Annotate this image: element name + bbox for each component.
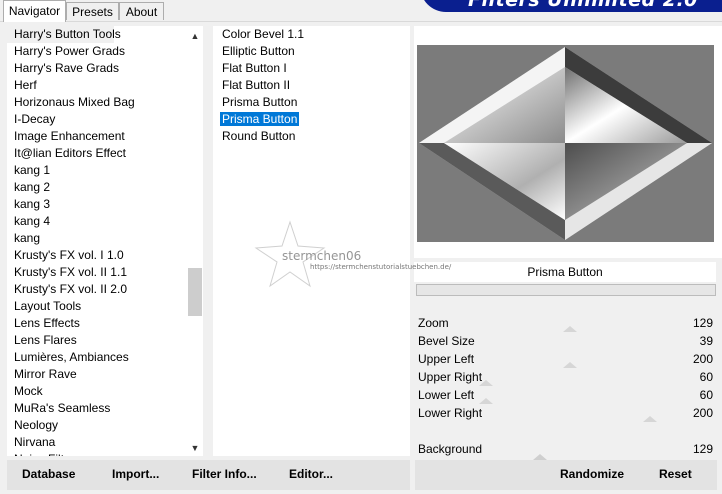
filter-item-label: Color Bevel 1.1 <box>222 27 305 41</box>
category-item[interactable]: Mock <box>7 383 187 400</box>
param-value: 200 <box>692 352 713 366</box>
import-button[interactable]: Import... <box>112 467 159 481</box>
category-item[interactable]: Horizonaus Mixed Bag <box>7 94 187 111</box>
star-icon: stermchen06 https://stermchenstutorialst… <box>254 220 452 288</box>
param-row[interactable]: Upper Left 200 <box>415 350 717 368</box>
preview-image <box>417 45 714 242</box>
param-background[interactable]: Background 129 <box>415 440 717 458</box>
tab-navigator[interactable]: Navigator <box>3 0 66 22</box>
param-row[interactable]: Bevel Size 39 <box>415 332 717 350</box>
category-item[interactable]: Lens Effects <box>7 315 187 332</box>
category-item[interactable]: Nirvana <box>7 434 187 451</box>
category-items: Harry's Button Tools Harry's Power Grads H… <box>7 26 187 456</box>
scroll-thumb[interactable] <box>188 268 202 316</box>
category-item[interactable]: MuRa's Seamless <box>7 400 187 417</box>
filter-item[interactable]: Round Button <box>213 128 410 145</box>
category-scrollbar[interactable]: ▲ ▼ <box>187 26 203 456</box>
category-item[interactable]: Noise Filters <box>7 451 187 456</box>
category-item[interactable]: I-Decay <box>7 111 187 128</box>
category-item[interactable]: Herf <box>7 77 187 94</box>
filter-info-button[interactable]: Filter Info... <box>192 467 257 481</box>
param-row[interactable]: Lower Left 60 <box>415 386 717 404</box>
filter-item-label: Prisma Button <box>222 95 298 109</box>
param-value: 129 <box>692 316 713 330</box>
category-item[interactable]: Lumières, Ambiances <box>7 349 187 366</box>
category-item[interactable]: Neology <box>7 417 187 434</box>
slider-thumb[interactable] <box>643 416 657 422</box>
category-item[interactable]: Harry's Rave Grads <box>7 60 187 77</box>
filter-item[interactable]: Elliptic Button <box>213 43 410 60</box>
filter-item-label: Round Button <box>222 129 296 143</box>
category-item[interactable]: Mirror Rave <box>7 366 187 383</box>
filter-item-label: Flat Button I <box>222 61 287 75</box>
prisma-button-preview <box>419 47 712 240</box>
category-item[interactable]: Lens Flares <box>7 332 187 349</box>
filter-item[interactable]: Prisma Button <box>213 111 410 128</box>
category-item[interactable]: Krusty's FX vol. II 2.0 <box>7 281 187 298</box>
filter-item[interactable]: Color Bevel 1.1 <box>213 26 410 43</box>
category-item[interactable]: Krusty's FX vol. II 1.1 <box>7 264 187 281</box>
category-list[interactable]: Harry's Button Tools Harry's Power Grads H… <box>7 26 203 456</box>
filter-item-label: Flat Button II <box>222 78 291 92</box>
category-item[interactable]: It@lian Editors Effect <box>7 145 187 162</box>
param-value: 200 <box>692 406 713 420</box>
category-item[interactable]: kang <box>7 230 187 247</box>
bottom-button-bar: Database Import... Filter Info... Editor… <box>7 460 410 490</box>
param-label: Upper Right <box>418 370 483 384</box>
tab-about[interactable]: About <box>119 2 164 20</box>
parameter-list: Zoom 129 Bevel Size 39 Upper Left 200 Upper Ri… <box>415 314 717 422</box>
param-label: Upper Left <box>418 352 475 366</box>
randomize-button[interactable]: Randomize <box>560 467 624 481</box>
category-item[interactable]: kang 4 <box>7 213 187 230</box>
scroll-up-icon[interactable]: ▲ <box>187 28 203 44</box>
app-banner: Filters Unlimited 2.0 <box>420 0 722 12</box>
param-value: 60 <box>699 370 713 384</box>
category-item[interactable]: kang 3 <box>7 196 187 213</box>
background-slider-thumb[interactable] <box>533 454 547 460</box>
category-item[interactable]: Layout Tools <box>7 298 187 315</box>
watermark-url: https://stermchenstutorialstuebchen.de/ <box>310 263 452 271</box>
param-value: 39 <box>699 334 713 348</box>
param-row[interactable]: Upper Right 60 <box>415 368 717 386</box>
param-label: Zoom <box>418 316 449 330</box>
param-value: 60 <box>699 388 713 402</box>
param-row[interactable]: Zoom 129 <box>415 314 717 332</box>
param-label: Lower Right <box>418 406 483 420</box>
param-label: Bevel Size <box>418 334 475 348</box>
editor-button[interactable]: Editor... <box>289 467 333 481</box>
param-label: Lower Left <box>418 388 475 402</box>
filter-item-label: Prisma Button <box>218 111 301 127</box>
filter-item[interactable]: Prisma Button <box>213 94 410 111</box>
category-item[interactable]: kang 1 <box>7 162 187 179</box>
category-item[interactable]: Image Enhancement <box>7 128 187 145</box>
filter-item[interactable]: Flat Button I <box>213 60 410 77</box>
bottom-right-button-bar: Randomize Reset <box>415 454 717 490</box>
category-item[interactable]: Krusty's FX vol. I 1.0 <box>7 247 187 264</box>
database-button[interactable]: Database <box>22 467 75 481</box>
watermark-name: stermchen06 <box>282 249 361 263</box>
param-background-value: 129 <box>692 442 713 456</box>
reset-button[interactable]: Reset <box>659 467 692 481</box>
scroll-down-icon[interactable]: ▼ <box>187 440 203 456</box>
tab-divider <box>0 21 722 22</box>
category-item[interactable]: Harry's Button Tools <box>7 26 121 43</box>
tab-presets[interactable]: Presets <box>66 2 119 20</box>
category-item[interactable]: Harry's Power Grads <box>7 43 187 60</box>
filter-item-label: Elliptic Button <box>222 44 295 58</box>
app-title: Filters Unlimited 2.0 <box>468 0 698 11</box>
filter-item[interactable]: Flat Button II <box>213 77 410 94</box>
category-item[interactable]: kang 2 <box>7 179 187 196</box>
param-background-label: Background <box>418 442 483 456</box>
param-row[interactable]: Lower Right 200 <box>415 404 717 422</box>
watermark: stermchen06 https://stermchenstutorialst… <box>252 220 472 290</box>
